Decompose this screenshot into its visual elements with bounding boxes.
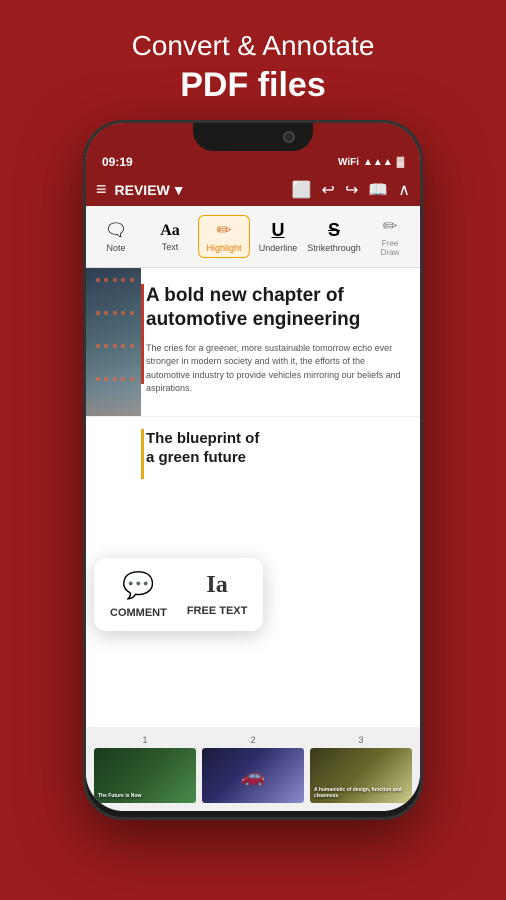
annotation-highlight[interactable]: ✏ Highlight xyxy=(198,215,250,258)
page-thumbnails: 1 The Future is Now 2 🚗 3 xyxy=(86,727,420,811)
phone-screen: 09:19 WiFi ▲▲▲ ▓ ≡ REVIEW ▼ ⬜ ↩ ↪ xyxy=(86,123,420,811)
thumbnail-1[interactable]: 1 The Future is Now xyxy=(94,735,196,803)
status-icons: WiFi ▲▲▲ ▓ xyxy=(338,157,404,168)
doc-content: A bold new chapter of automotive enginee… xyxy=(86,268,420,412)
thumb-num-3: 3 xyxy=(358,735,363,745)
battery-icon: ▓ xyxy=(397,157,404,168)
save-icon[interactable]: ⬜ xyxy=(292,180,312,200)
thumb-text-1: The Future is Now xyxy=(98,793,192,799)
annotation-bar: 🗨 Note Aa Text ✏ Highlight U Underline S xyxy=(86,206,420,268)
signal-icon: ▲▲▲ xyxy=(363,157,393,168)
freetext-label: FREE TEXT xyxy=(187,605,248,617)
annotation-freedraw[interactable]: ✏ FreeDraw xyxy=(364,212,416,261)
annotation-strikethrough[interactable]: S Strikethrough xyxy=(306,216,362,257)
phone-notch xyxy=(193,123,313,151)
annotation-underline[interactable]: U Underline xyxy=(252,216,304,257)
doc-body-text: The cries for a greener, more sustainabl… xyxy=(146,342,404,396)
text-icon: Aa xyxy=(160,222,180,240)
section-label: REVIEW xyxy=(115,182,170,198)
header-subtitle: Convert & Annotate xyxy=(20,30,486,62)
thumb-num-2: 2 xyxy=(250,735,255,745)
document-area: A bold new chapter of automotive enginee… xyxy=(86,268,420,811)
strikethrough-icon: S xyxy=(328,220,340,241)
popup-freetext[interactable]: Ia FREE TEXT xyxy=(187,572,248,617)
redo-icon[interactable]: ↪ xyxy=(345,180,358,200)
header-title: PDF files xyxy=(20,66,486,105)
thumb-img-1: The Future is Now xyxy=(94,748,196,803)
thumb-img-3: A humanistic of design, function and cle… xyxy=(310,748,412,803)
toolbar-actions: ⬜ ↩ ↪ 📖 ∧ xyxy=(292,180,410,200)
comment-icon: 💬 xyxy=(122,570,154,601)
freedraw-icon: ✏ xyxy=(382,216,397,237)
doc-main-heading: A bold new chapter of automotive enginee… xyxy=(146,284,404,332)
strikethrough-label: Strikethrough xyxy=(307,243,361,253)
text-label: Text xyxy=(162,242,179,252)
thumb-text-3: A humanistic of design, function and cle… xyxy=(314,787,408,799)
phone-frame: 09:19 WiFi ▲▲▲ ▓ ≡ REVIEW ▼ ⬜ ↩ ↪ xyxy=(83,120,423,820)
annotation-note[interactable]: 🗨 Note xyxy=(90,216,142,257)
annotation-text[interactable]: Aa Text xyxy=(144,218,196,256)
undo-icon[interactable]: ↩ xyxy=(322,180,335,200)
expand-icon[interactable]: ∧ xyxy=(398,180,410,200)
thumbnail-2[interactable]: 2 🚗 xyxy=(202,735,304,803)
menu-icon[interactable]: ≡ xyxy=(96,179,107,200)
highlight-label: Highlight xyxy=(206,243,241,253)
toolbar-section[interactable]: REVIEW ▼ xyxy=(115,182,186,198)
doc-section2-heading: The blueprint of a green future xyxy=(146,429,404,468)
note-icon: 🗨 xyxy=(105,220,128,241)
phone-mockup: 09:19 WiFi ▲▲▲ ▓ ≡ REVIEW ▼ ⬜ ↩ ↪ xyxy=(83,120,423,820)
thumb-img-2: 🚗 xyxy=(202,748,304,803)
thumbnail-3[interactable]: 3 A humanistic of design, function and c… xyxy=(310,735,412,803)
dropdown-arrow-icon: ▼ xyxy=(172,182,186,198)
annotation-popup: 💬 COMMENT Ia FREE TEXT xyxy=(94,558,263,631)
main-toolbar: ≡ REVIEW ▼ ⬜ ↩ ↪ 📖 ∧ xyxy=(86,173,420,206)
app-header: Convert & Annotate PDF files xyxy=(0,0,506,125)
underline-label: Underline xyxy=(259,243,298,253)
underline-icon: U xyxy=(272,220,285,241)
comment-label: COMMENT xyxy=(110,607,167,619)
thumb-num-1: 1 xyxy=(142,735,147,745)
status-time: 09:19 xyxy=(102,155,133,169)
thumb-car-icon: 🚗 xyxy=(241,763,266,788)
freedraw-label: FreeDraw xyxy=(381,239,400,257)
doc-section2: The blueprint of a green future xyxy=(86,416,420,476)
camera-cutout xyxy=(283,131,295,143)
popup-comment[interactable]: 💬 COMMENT xyxy=(110,570,167,619)
highlight-icon: ✏ xyxy=(216,220,231,241)
wifi-icon: WiFi xyxy=(338,157,359,168)
note-label: Note xyxy=(106,243,125,253)
freetext-icon: Ia xyxy=(206,572,227,599)
book-icon[interactable]: 📖 xyxy=(368,180,388,200)
doc-yellow-accent xyxy=(141,429,144,479)
